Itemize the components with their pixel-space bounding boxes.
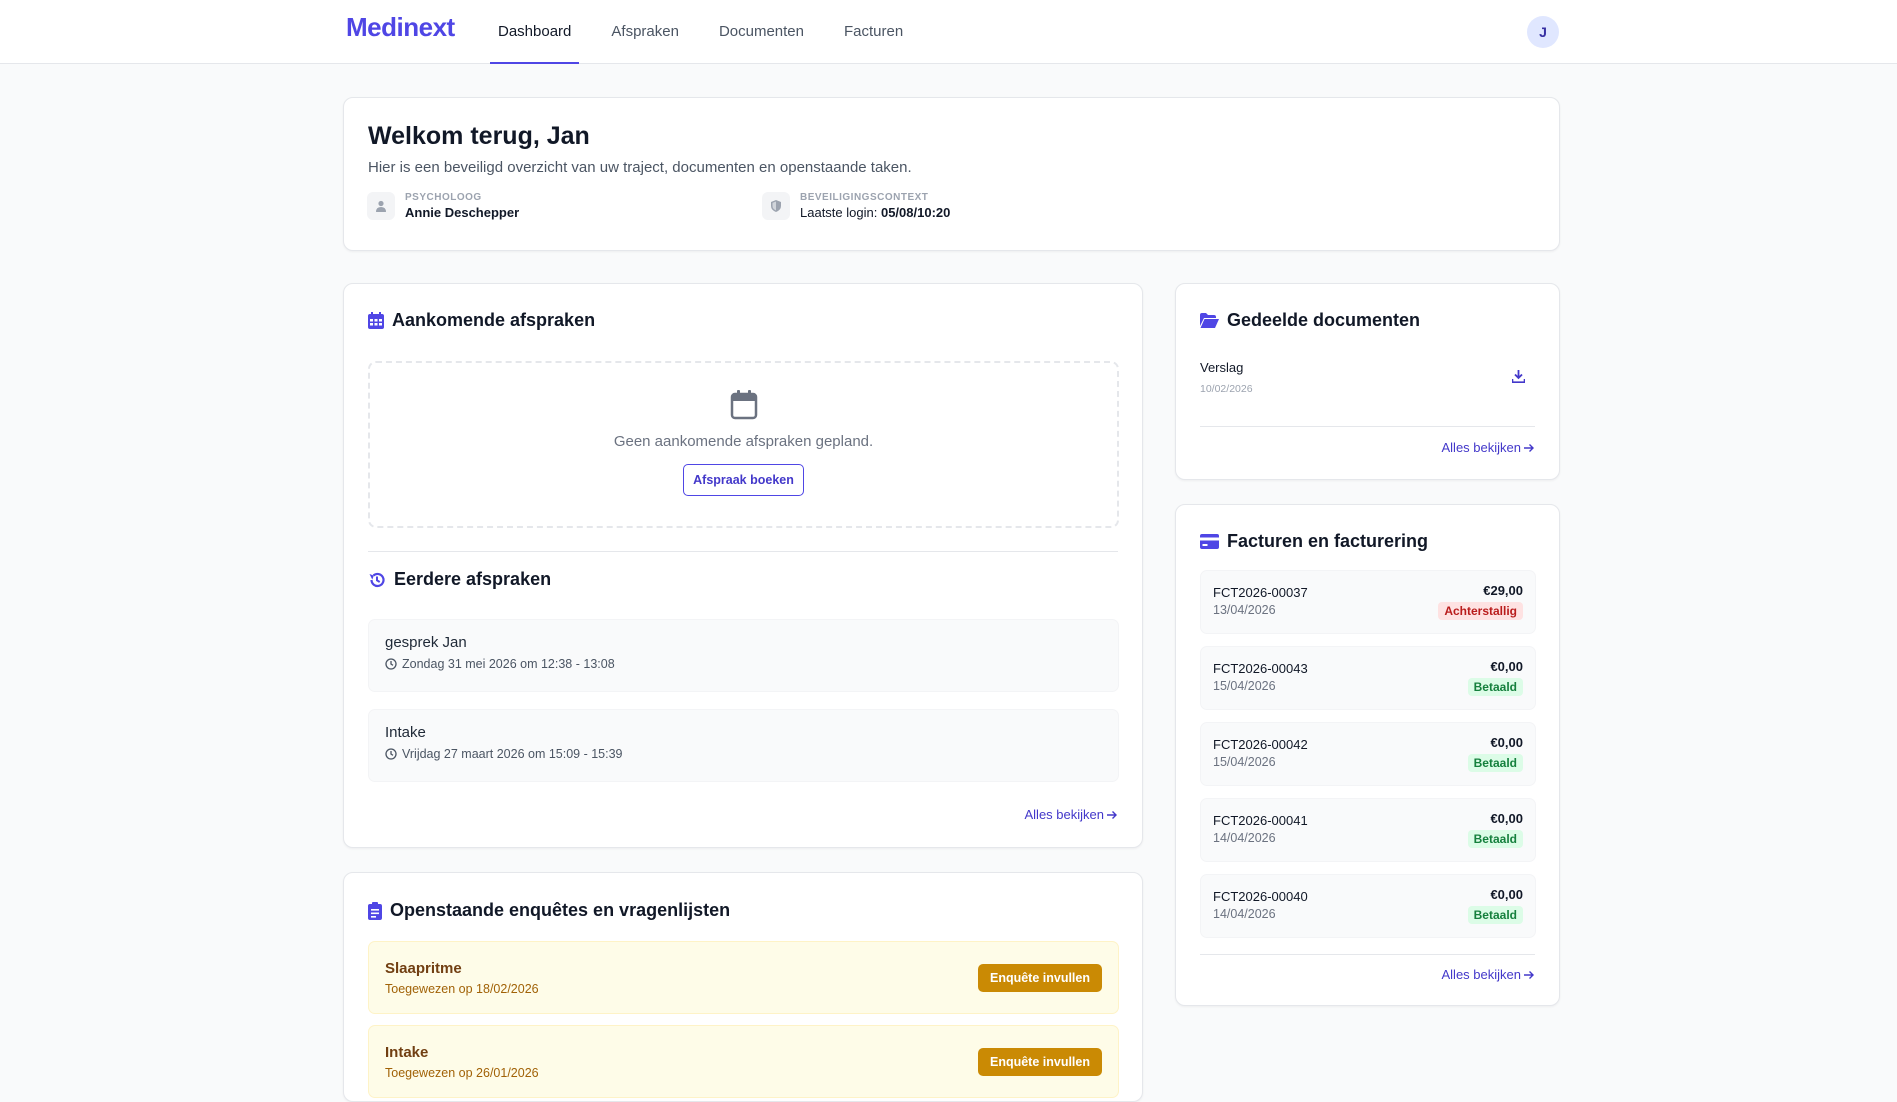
invoice-amount: €0,00	[1490, 887, 1523, 902]
invoice-row[interactable]: FCT2026-00037 13/04/2026 €29,00 Achterst…	[1200, 570, 1536, 634]
survey-item: Intake Toegewezen op 26/01/2026 Enquête …	[368, 1025, 1119, 1098]
nav-documenten[interactable]: Documenten	[711, 0, 812, 64]
calendar-empty-icon	[730, 390, 757, 420]
clipboard-icon	[368, 901, 382, 920]
invoices-title: Facturen en facturering	[1227, 531, 1429, 551]
invoice-date: 13/04/2026	[1213, 603, 1276, 617]
empty-appointments-text: Geen aankomende afspraken gepland.	[613, 433, 874, 450]
nav-afspraken[interactable]: Afspraken	[603, 0, 687, 64]
surveys-card: Openstaande enquêtes en vragenlijsten Sl…	[343, 872, 1143, 1102]
status-badge: Betaald	[1467, 678, 1523, 696]
documents-card: Gedeelde documenten Verslag 10/02/2026 A…	[1175, 283, 1560, 480]
appointments-title: Aankomende afspraken	[392, 310, 596, 330]
user-icon	[367, 192, 395, 220]
invoice-row[interactable]: FCT2026-00043 15/04/2026 €0,00 Betaald	[1200, 646, 1536, 710]
invoices-heading: Facturen en facturering	[1200, 531, 1428, 552]
fill-survey-button[interactable]: Enquête invullen	[977, 1048, 1102, 1076]
past-appointments-heading: Eerdere afspraken	[368, 569, 551, 590]
divider	[1200, 426, 1535, 427]
invoice-number: FCT2026-00040	[1213, 889, 1308, 904]
invoice-date: 14/04/2026	[1213, 907, 1276, 921]
appointments-card: Aankomende afspraken Geen aankomende afs…	[343, 283, 1143, 848]
invoice-number: FCT2026-00042	[1213, 737, 1308, 752]
appointments-view-all-link[interactable]: Alles bekijken	[1025, 807, 1119, 822]
security-info: BEVEILIGINGSCONTEXT Laatste login: 05/08…	[762, 192, 950, 220]
invoice-number: FCT2026-00043	[1213, 661, 1308, 676]
invoice-row[interactable]: FCT2026-00041 14/04/2026 €0,00 Betaald	[1200, 798, 1536, 862]
status-badge: Achterstallig	[1438, 602, 1523, 620]
last-login-label: Laatste login:	[800, 205, 878, 220]
top-navbar: Medinext Dashboard Afspraken Documenten …	[0, 0, 1897, 64]
invoices-view-all-link[interactable]: Alles bekijken	[1442, 967, 1536, 982]
documents-heading: Gedeelde documenten	[1200, 310, 1420, 331]
history-icon	[369, 572, 385, 587]
invoice-date: 15/04/2026	[1213, 679, 1276, 693]
invoice-amount: €0,00	[1490, 735, 1523, 750]
clock-icon	[385, 748, 397, 760]
surveys-title: Openstaande enquêtes en vragenlijsten	[390, 900, 731, 920]
psychologist-info: PSYCHOLOOG Annie Deschepper	[367, 192, 519, 220]
appointment-time: Zondag 31 mei 2026 om 12:38 - 13:08	[385, 657, 1102, 671]
invoice-amount: €29,00	[1483, 583, 1523, 598]
security-label: BEVEILIGINGSCONTEXT	[800, 192, 929, 203]
status-badge: Betaald	[1467, 906, 1523, 924]
surveys-heading: Openstaande enquêtes en vragenlijsten	[368, 900, 730, 921]
document-name[interactable]: Verslag	[1200, 360, 1243, 375]
user-avatar[interactable]: J	[1527, 16, 1559, 48]
welcome-card: Welkom terug, Jan Hier is een beveiligd …	[343, 97, 1560, 251]
arrow-right-icon	[1524, 443, 1534, 452]
status-badge: Betaald	[1467, 754, 1523, 772]
main-nav: Dashboard Afspraken Documenten Facturen	[490, 0, 935, 64]
invoice-number: FCT2026-00041	[1213, 813, 1308, 828]
past-appointments-title: Eerdere afspraken	[394, 569, 552, 589]
download-icon[interactable]	[1511, 370, 1526, 386]
appointment-title: Intake	[385, 724, 426, 741]
invoice-amount: €0,00	[1490, 811, 1523, 826]
invoice-date: 14/04/2026	[1213, 831, 1276, 845]
shield-icon	[762, 192, 790, 220]
nav-facturen[interactable]: Facturen	[836, 0, 911, 64]
psychologist-name: Annie Deschepper	[405, 205, 520, 220]
invoice-number: FCT2026-00037	[1213, 585, 1308, 600]
divider	[368, 551, 1118, 552]
invoice-amount: €0,00	[1490, 659, 1523, 674]
arrow-right-icon	[1524, 970, 1534, 979]
book-appointment-button[interactable]: Afspraak boeken	[683, 464, 804, 496]
invoice-row[interactable]: FCT2026-00042 15/04/2026 €0,00 Betaald	[1200, 722, 1536, 786]
logo[interactable]: Medinext	[346, 12, 455, 43]
documents-view-all-link[interactable]: Alles bekijken	[1442, 440, 1536, 455]
empty-appointments: Geen aankomende afspraken gepland. Afspr…	[368, 361, 1119, 528]
document-date: 10/02/2026	[1200, 383, 1253, 395]
last-login-value: 05/08/10:20	[880, 205, 951, 220]
arrow-right-icon	[1107, 810, 1117, 819]
status-badge: Betaald	[1467, 830, 1523, 848]
nav-dashboard[interactable]: Dashboard	[490, 0, 580, 64]
past-appointment-item[interactable]: Intake Vrijdag 27 maart 2026 om 15:09 - …	[368, 709, 1119, 782]
invoice-date: 15/04/2026	[1213, 755, 1276, 769]
survey-item: Slaapritme Toegewezen op 18/02/2026 Enqu…	[368, 941, 1119, 1014]
fill-survey-button[interactable]: Enquête invullen	[977, 964, 1102, 992]
invoice-row[interactable]: FCT2026-00040 14/04/2026 €0,00 Betaald	[1200, 874, 1536, 938]
past-appointment-item[interactable]: gesprek Jan Zondag 31 mei 2026 om 12:38 …	[368, 619, 1119, 692]
credit-card-icon	[1200, 534, 1219, 549]
appointment-time: Vrijdag 27 maart 2026 om 15:09 - 15:39	[385, 747, 1102, 761]
appointment-title: gesprek Jan	[385, 634, 467, 651]
calendar-icon	[368, 312, 384, 329]
psychologist-label: PSYCHOLOOG	[405, 192, 482, 203]
documents-title: Gedeelde documenten	[1227, 310, 1421, 330]
divider	[1200, 954, 1535, 955]
clock-icon	[385, 658, 397, 670]
appointments-heading: Aankomende afspraken	[368, 310, 595, 331]
invoices-card: Facturen en facturering FCT2026-00037 13…	[1175, 504, 1560, 1006]
welcome-subtitle: Hier is een beveiligd overzicht van uw t…	[368, 159, 912, 176]
welcome-title: Welkom terug, Jan	[368, 122, 590, 150]
folder-open-icon	[1200, 313, 1219, 328]
